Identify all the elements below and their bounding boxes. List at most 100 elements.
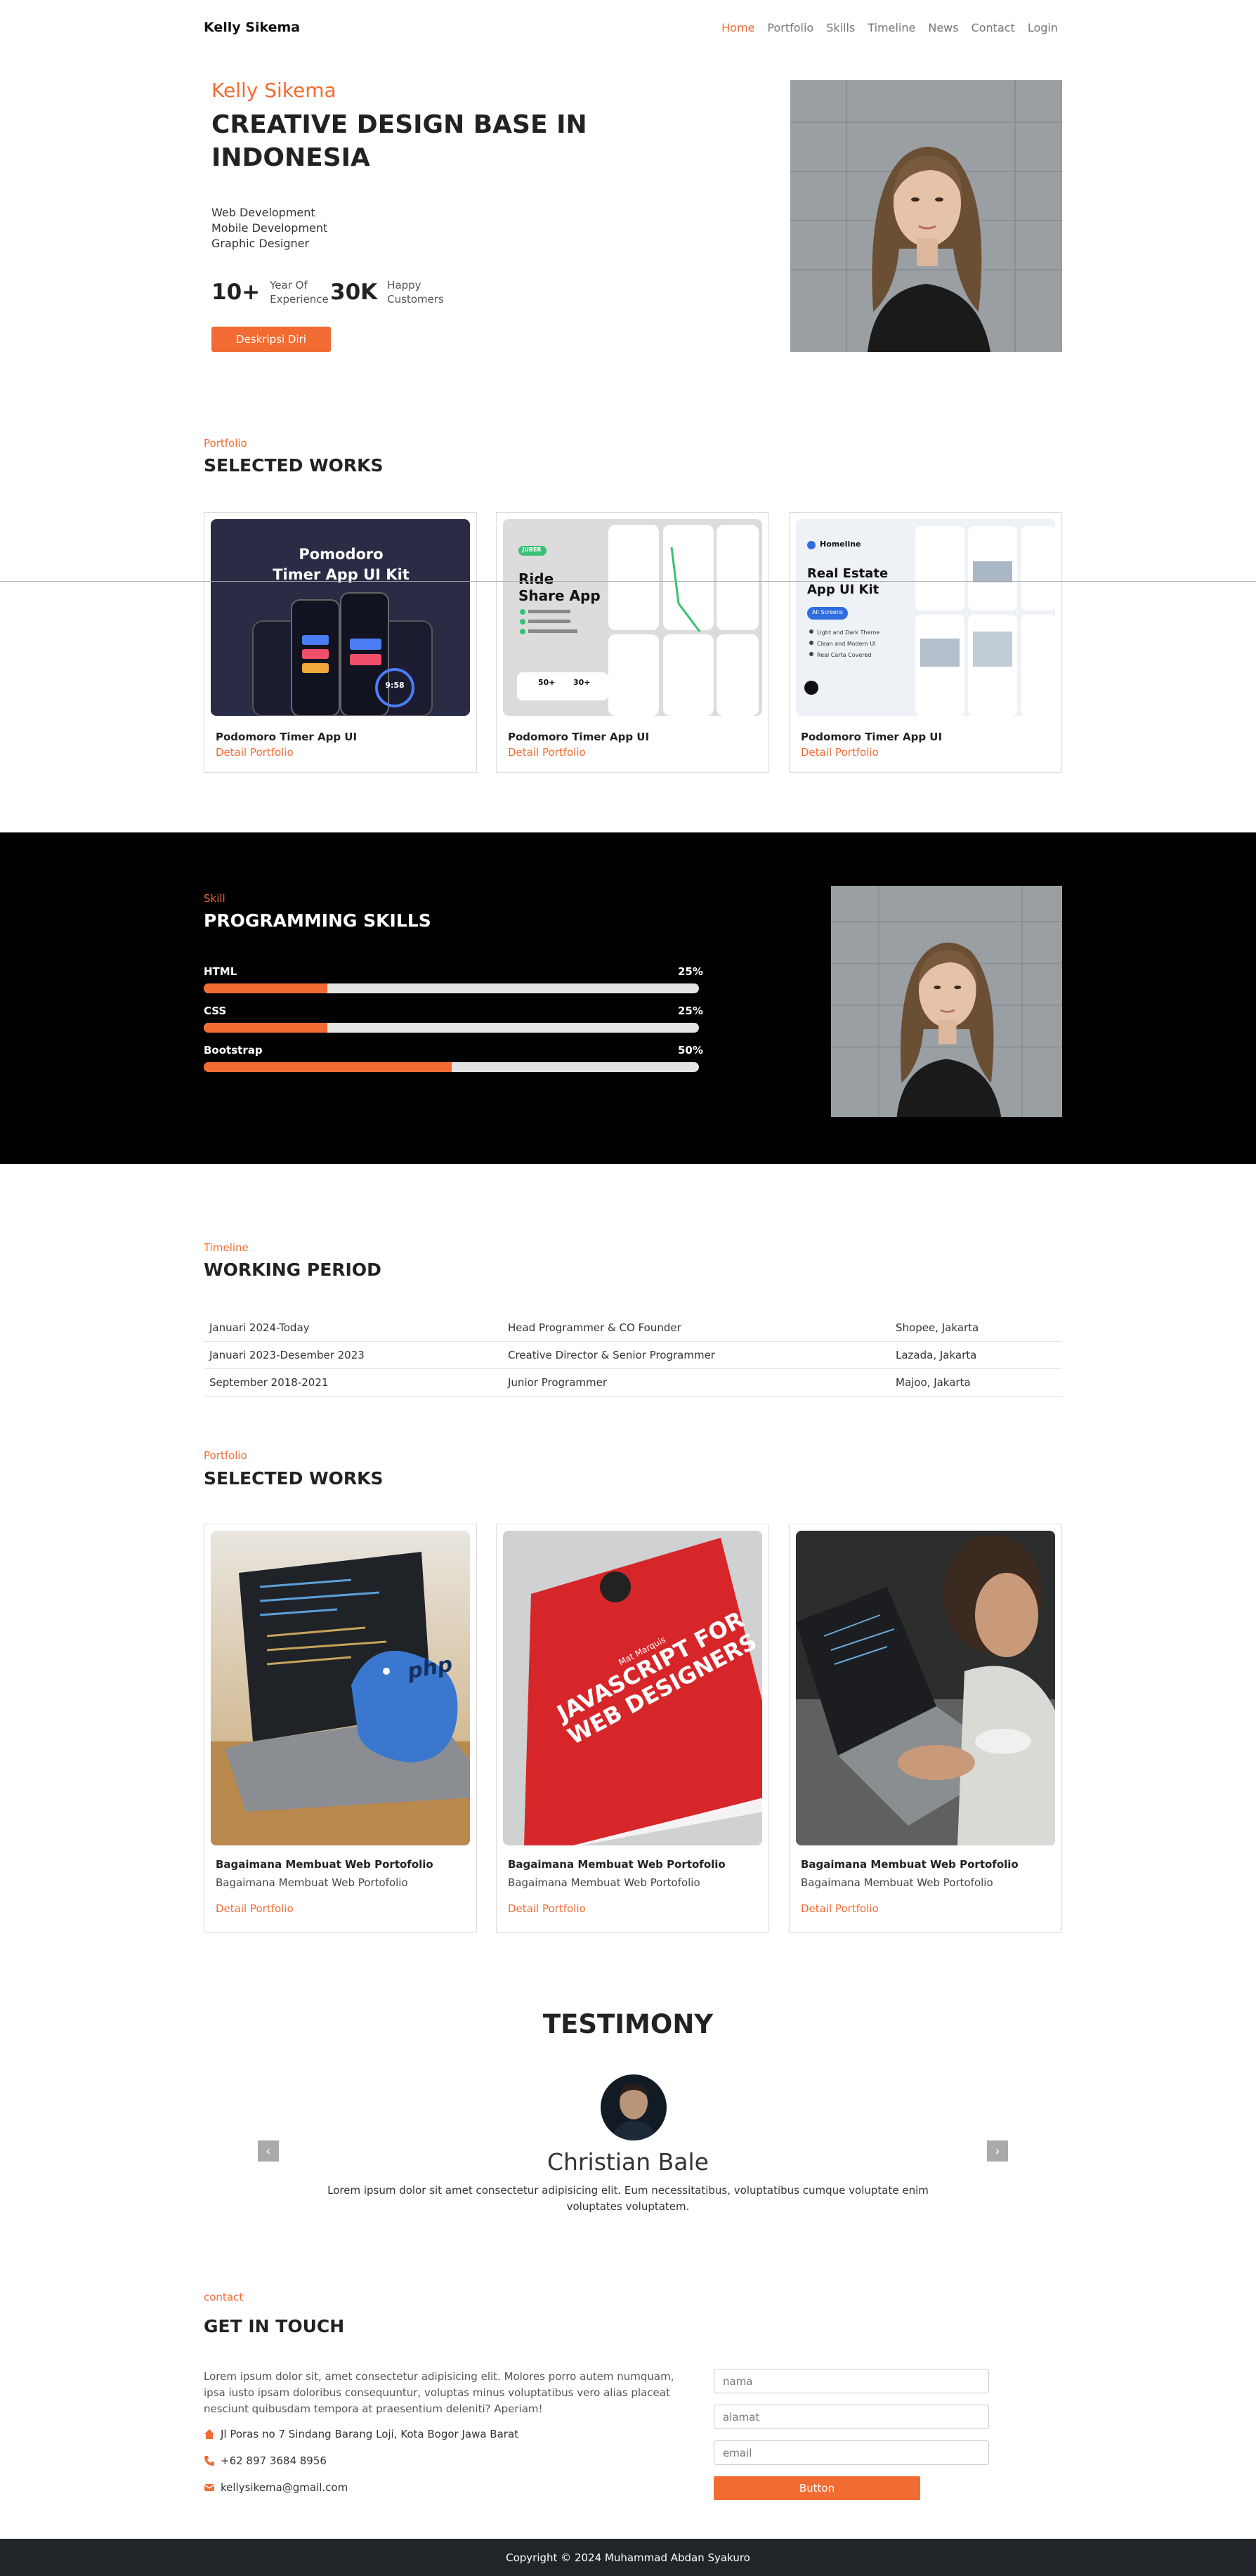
phone-icon	[204, 2456, 214, 2466]
hero-name: Kelly Sikema	[211, 79, 336, 102]
nav-timeline[interactable]: Timeline	[868, 21, 915, 34]
main-nav: Home Portfolio Skills Timeline News Cont…	[721, 21, 1058, 34]
address-text: Jl Poras no 7 Sindang Barang Loji, Kota …	[221, 2428, 519, 2440]
envelope-icon	[204, 2484, 215, 2491]
blog-card[interactable]: Mat Marquis JAVASCRIPT FOR WEB DESIGNERS…	[496, 1524, 769, 1933]
timeline-role: Head Programmer & CO Founder	[508, 1321, 681, 1334]
card-title: Podomoro Timer App UI	[801, 731, 943, 743]
stat-label: Year Of Experience	[270, 279, 329, 306]
timeline-period: Januari 2023-Desember 2023	[209, 1349, 365, 1361]
portfolio2-title: SELECTED WORKS	[204, 1468, 384, 1489]
rideshare-stat: 30+	[573, 678, 591, 687]
skill-progress-bar	[204, 983, 699, 993]
hero-title: CREATIVE DESIGN BASE IN INDONESIA	[211, 110, 587, 172]
card-title: Podomoro Timer App UI	[508, 731, 650, 743]
brand-logo[interactable]: Kelly Sikema	[204, 20, 300, 35]
skill-label: HTML	[204, 965, 237, 978]
testimony-title: TESTIMONY	[542, 2009, 714, 2039]
card-detail-link[interactable]: Detail Portfolio	[508, 1902, 586, 1915]
submit-button[interactable]: Button	[714, 2476, 920, 2500]
blog-card[interactable]: php Bagaimana Membuat Web Portofolio Bag…	[204, 1524, 477, 1933]
testimony-name: Christian Bale	[547, 2148, 709, 2176]
name-field[interactable]: nama	[714, 2369, 989, 2393]
portfolio-card[interactable]: Homeline Real Estate App UI Kit All Scre…	[789, 512, 1062, 773]
role-item: Mobile Development	[211, 221, 328, 235]
card-title: Bagaimana Membuat Web Portofolio	[508, 1858, 726, 1871]
copyright-text: Copyright © 2024 Muhammad Abdan Syakuro	[506, 2551, 750, 2564]
stat-customers: 30K Happy Customers	[330, 278, 444, 306]
pomodoro-image: Pomodoro Timer App UI Kit 9:58	[211, 519, 470, 716]
timeline-role: Junior Programmer	[508, 1376, 608, 1389]
portfolio-card[interactable]: Pomodoro Timer App UI Kit 9:58 Podomoro …	[204, 512, 477, 773]
nav-news[interactable]: News	[928, 21, 958, 34]
horizontal-rule	[0, 581, 1256, 582]
contact-eyebrow: contact	[204, 2291, 244, 2303]
card-detail-link[interactable]: Detail Portfolio	[508, 746, 586, 759]
skill-progress-fill	[204, 1062, 452, 1072]
rideshare-image: JUBER Ride Share App 50+ 30+	[503, 519, 762, 716]
skills-title: PROGRAMMING SKILLS	[204, 910, 431, 931]
blog-card[interactable]: Bagaimana Membuat Web Portofolio Bagaima…	[789, 1524, 1062, 1933]
skill-label: Bootstrap	[204, 1044, 263, 1057]
portfolio-card[interactable]: JUBER Ride Share App 50+ 30+ Podomoro Ti…	[496, 512, 769, 773]
card-title: Bagaimana Membuat Web Portofolio	[216, 1858, 433, 1871]
rideshare-image-text: Ride Share App	[518, 570, 601, 604]
portfolio2-eyebrow: Portfolio	[204, 1449, 247, 1462]
javascript-book-image: Mat Marquis JAVASCRIPT FOR WEB DESIGNERS	[503, 1531, 762, 1845]
testimony-text: Lorem ipsum dolor sit amet consectetur a…	[327, 2184, 929, 2213]
deskripsi-diri-button[interactable]: Deskripsi Diri	[211, 327, 331, 352]
portfolio-title: SELECTED WORKS	[204, 455, 384, 476]
skill-progress-bar	[204, 1023, 699, 1033]
skills-section	[0, 832, 1256, 1164]
juber-badge: JUBER	[522, 547, 542, 553]
timeline-place: Majoo, Jakarta	[896, 1376, 971, 1389]
laptop-php-image: php	[211, 1531, 470, 1845]
card-detail-link[interactable]: Detail Portfolio	[216, 1902, 294, 1915]
skill-progress-fill	[204, 983, 328, 993]
nav-skills[interactable]: Skills	[826, 21, 855, 34]
realestate-bullets: Light and Dark Theme Clean and Modern UI…	[817, 629, 880, 658]
skill-progress-bar	[204, 1062, 699, 1072]
card-subtitle: Bagaimana Membuat Web Portofolio	[508, 1876, 700, 1889]
testimony-avatar	[601, 2074, 667, 2140]
email-text: kellysikema@gmail.com	[221, 2481, 348, 2494]
card-detail-link[interactable]: Detail Portfolio	[801, 746, 879, 759]
rideshare-stat: 50+	[538, 678, 556, 687]
card-subtitle: Bagaimana Membuat Web Portofolio	[216, 1876, 408, 1889]
contact-title: GET IN TOUCH	[204, 2316, 345, 2336]
stat-value: 10+	[211, 280, 261, 305]
stat-label: Happy Customers	[387, 279, 444, 306]
timeline-eyebrow: Timeline	[204, 1241, 249, 1254]
footer: Copyright © 2024 Muhammad Abdan Syakuro	[0, 2539, 1256, 2576]
timeline-role: Creative Director & Senior Programmer	[508, 1349, 715, 1361]
contact-phone: +62 897 3684 8956	[204, 2454, 327, 2467]
homeline-brand: Homeline	[820, 540, 861, 549]
nav-portfolio[interactable]: Portfolio	[767, 21, 813, 34]
email-field[interactable]: email	[714, 2440, 989, 2465]
pomodoro-timer-text: 9:58	[385, 681, 405, 690]
timeline-row: September 2018-2021 Junior Programmer Ma…	[204, 1369, 1062, 1397]
hero-roles: Web Development Mobile Development Graph…	[211, 205, 327, 251]
card-subtitle: Bagaimana Membuat Web Portofolio	[801, 1876, 993, 1889]
card-detail-link[interactable]: Detail Portfolio	[801, 1902, 879, 1915]
card-title: Podomoro Timer App UI	[216, 731, 358, 743]
stat-value: 30K	[330, 280, 378, 305]
skill-percent: 50%	[678, 1044, 703, 1057]
nav-contact[interactable]: Contact	[972, 21, 1015, 34]
contact-description: Lorem ipsum dolor sit, amet consectetur …	[204, 2370, 674, 2415]
nav-home[interactable]: Home	[721, 21, 754, 34]
hero-portrait	[790, 80, 1062, 352]
nav-login[interactable]: Login	[1028, 21, 1058, 34]
address-field[interactable]: alamat	[714, 2405, 989, 2429]
card-detail-link[interactable]: Detail Portfolio	[216, 746, 294, 759]
skill-percent: 25%	[678, 1005, 703, 1017]
contact-email: kellysikema@gmail.com	[204, 2481, 348, 2494]
skill-progress-fill	[204, 1023, 328, 1033]
timeline-row: Januari 2023-Desember 2023 Creative Dire…	[204, 1342, 1062, 1369]
all-screens-label: All Screens	[811, 609, 844, 615]
role-item: Graphic Designer	[211, 237, 310, 250]
timeline-period: September 2018-2021	[209, 1376, 329, 1389]
portfolio-eyebrow: Portfolio	[204, 437, 247, 450]
role-item: Web Development	[211, 206, 315, 219]
phone-text: +62 897 3684 8956	[221, 2454, 327, 2467]
